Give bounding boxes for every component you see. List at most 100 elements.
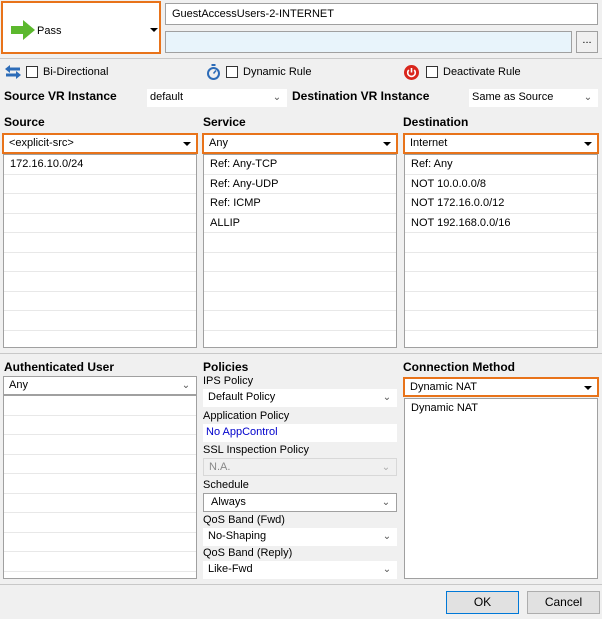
description-input[interactable] [165,31,572,53]
source-select[interactable]: <explicit-src> [2,133,198,154]
chevron-down-icon[interactable]: ⌄ [381,531,393,543]
list-item[interactable]: Ref: Any-TCP [204,155,396,175]
cancel-button[interactable]: Cancel [527,591,600,614]
application-policy-value[interactable]: No AppControl [206,426,278,438]
chevron-down-icon: ⌄ [381,462,391,473]
list-item[interactable] [4,233,196,253]
auth-user-selected: Any [9,379,28,391]
list-item[interactable] [204,272,396,292]
deactivate-rule-checkbox[interactable] [426,66,438,78]
list-item[interactable]: Ref: Any-UDP [204,175,396,194]
ips-policy-value: Default Policy [208,391,276,403]
dynamic-rule-checkbox[interactable] [226,66,238,78]
chevron-down-icon[interactable]: ⌄ [271,92,283,104]
application-policy-link[interactable]: No AppControl [203,424,397,442]
list-item[interactable]: Ref: ICMP [204,194,396,214]
chevron-down-icon[interactable] [584,386,592,390]
list-item[interactable] [4,513,196,533]
divider [0,584,602,585]
list-item[interactable]: Dynamic NAT [405,399,597,417]
list-item[interactable] [405,233,597,253]
list-item[interactable] [4,175,196,194]
list-item[interactable]: NOT 192.168.0.0/16 [405,214,597,233]
list-item[interactable]: NOT 10.0.0.0/8 [405,175,597,194]
source-vr-label: Source VR Instance [4,89,117,103]
ok-button[interactable]: OK [446,591,519,614]
more-button[interactable]: ... [576,31,598,53]
chevron-down-icon[interactable] [383,142,391,146]
service-list[interactable]: Ref: Any-TCP Ref: Any-UDP Ref: ICMP ALLI… [203,154,397,348]
list-item[interactable] [4,292,196,311]
qos-reply-select[interactable]: Like-Fwd ⌄ [203,561,397,579]
list-item[interactable] [4,416,196,435]
ssl-policy-value: N.A. [209,461,231,473]
list-item[interactable] [4,474,196,494]
list-item[interactable] [4,272,196,292]
chevron-down-icon[interactable]: ⌄ [180,380,192,392]
destination-vr-select[interactable]: Same as Source ⌄ [469,89,598,107]
ips-policy-label: IPS Policy [203,375,254,387]
list-item[interactable] [4,572,196,579]
action-selector[interactable]: Pass [1,1,161,54]
list-item[interactable] [4,311,196,331]
auth-user-heading: Authenticated User [4,360,115,374]
rule-name-input[interactable]: GuestAccessUsers-2-INTERNET [165,3,598,25]
list-item[interactable] [204,331,396,348]
list-item[interactable]: ALLIP [204,214,396,233]
chevron-down-icon[interactable]: ⌄ [381,564,393,576]
list-item[interactable] [204,233,396,253]
destination-select[interactable]: Internet [403,133,599,154]
list-item[interactable] [4,494,196,513]
list-item[interactable] [4,396,196,416]
ips-policy-select[interactable]: Default Policy ⌄ [203,389,397,407]
list-item[interactable] [405,311,597,331]
list-item[interactable] [4,435,196,455]
list-item[interactable] [204,292,396,311]
destination-list[interactable]: Ref: Any NOT 10.0.0.0/8 NOT 172.16.0.0/1… [404,154,598,348]
dynamic-rule-label: Dynamic Rule [243,66,312,78]
divider [0,353,602,354]
destination-vr-label: Destination VR Instance [292,89,430,103]
chevron-down-icon[interactable] [183,142,191,146]
chevron-down-icon[interactable]: ⌄ [381,392,393,404]
source-selected: <explicit-src> [9,137,74,149]
bidirectional-checkbox[interactable] [26,66,38,78]
source-heading: Source [4,115,45,129]
list-item[interactable] [4,214,196,233]
list-item[interactable] [405,272,597,292]
bidirectional-label: Bi-Directional [43,66,109,78]
list-item[interactable] [405,253,597,272]
source-vr-value: default [150,91,184,103]
connection-method-selected: Dynamic NAT [410,381,478,393]
list-item[interactable]: 172.16.10.0/24 [4,155,196,175]
list-item[interactable]: Ref: Any [405,155,597,175]
connection-method-heading: Connection Method [403,360,515,374]
chevron-down-icon[interactable]: ⌄ [582,92,594,104]
list-item[interactable] [4,455,196,474]
list-item[interactable] [405,292,597,311]
list-item[interactable]: NOT 172.16.0.0/12 [405,194,597,214]
chevron-down-icon[interactable] [584,142,592,146]
list-item[interactable] [204,311,396,331]
qos-fwd-select[interactable]: No-Shaping ⌄ [203,528,397,546]
auth-user-list[interactable] [3,395,197,579]
qos-reply-value: Like-Fwd [208,563,253,575]
connection-method-select[interactable]: Dynamic NAT [403,377,599,397]
list-item[interactable] [204,253,396,272]
source-list[interactable]: 172.16.10.0/24 [3,154,197,348]
source-vr-select[interactable]: default ⌄ [147,89,287,107]
list-item[interactable] [4,253,196,272]
policies-heading: Policies [203,360,249,374]
list-item[interactable] [4,331,196,348]
list-item[interactable] [405,331,597,348]
destination-vr-value: Same as Source [472,91,554,103]
list-item[interactable] [4,533,196,552]
list-item[interactable] [4,552,196,572]
chevron-down-icon[interactable] [150,28,158,32]
auth-user-select[interactable]: Any ⌄ [3,376,197,395]
connection-method-list[interactable]: Dynamic NAT [404,398,598,579]
schedule-select[interactable]: Always ⌄ [203,493,397,512]
service-select[interactable]: Any [202,133,398,154]
chevron-down-icon[interactable]: ⌄ [380,497,392,509]
list-item[interactable] [4,194,196,214]
